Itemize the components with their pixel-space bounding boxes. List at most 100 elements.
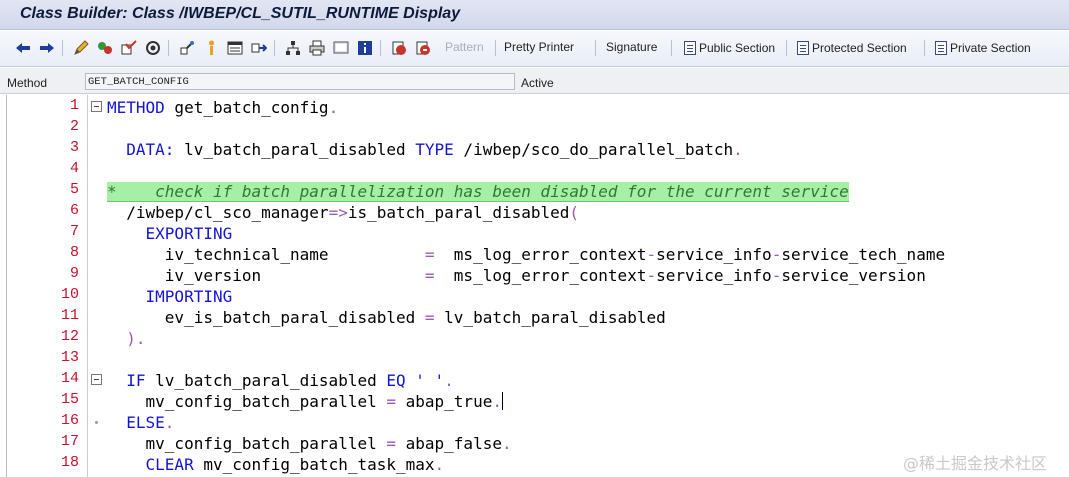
code-keyword: IF: [107, 371, 146, 390]
code-token: lv_batch_paral_disabled: [174, 140, 416, 159]
code-operator: =: [424, 308, 435, 327]
breakpoint-icon[interactable]: [390, 39, 408, 57]
private-section-button[interactable]: Private Section: [935, 40, 1031, 56]
activate-icon[interactable]: [144, 39, 162, 57]
code-line[interactable]: mv_config_batch_parallel = abap_false.: [107, 433, 512, 454]
line-number: 5: [69, 181, 79, 198]
object-list-icon[interactable]: [226, 39, 244, 57]
abap-code-editor[interactable]: 1 2 3 4 5 6 7 8 9 10 11 12 13 14 15 16 17 18 METHOD get_b…: [6, 95, 1069, 477]
signature-button[interactable]: Signature: [606, 40, 657, 54]
display-change-icon[interactable]: [96, 39, 114, 57]
code-operator: =: [424, 266, 435, 285]
line-number: 16: [60, 412, 79, 429]
check-icon[interactable]: [120, 39, 138, 57]
line-number: 11: [60, 307, 79, 324]
code-operator: -: [646, 266, 657, 285]
toolbar-separator: [595, 40, 596, 56]
code-token: abap_true: [396, 392, 493, 411]
line-number: 13: [60, 349, 79, 366]
code-token: /iwbep/sco_do_parallel_batch: [453, 140, 734, 159]
pattern-button[interactable]: Pattern: [445, 40, 484, 54]
code-operator: =: [386, 434, 396, 453]
code-line[interactable]: /iwbep/cl_sco_manager=>is_batch_paral_di…: [107, 202, 579, 223]
code-line[interactable]: iv_version = ms_log_error_context-servic…: [107, 265, 926, 286]
code-line[interactable]: CLEAR mv_config_batch_task_max.: [107, 454, 445, 475]
code-line[interactable]: METHOD get_batch_config.: [107, 97, 338, 118]
line-number: 14: [60, 370, 79, 387]
code-line[interactable]: IMPORTING: [107, 286, 233, 307]
public-section-button[interactable]: Public Section: [684, 40, 775, 56]
toolbar-separator: [274, 40, 275, 56]
where-used-icon[interactable]: [202, 39, 220, 57]
code-keyword: EQ: [386, 371, 406, 390]
line-number: 9: [69, 265, 79, 282]
line-number: 1: [69, 97, 79, 114]
line-number: 8: [69, 244, 79, 261]
code-operator: -: [771, 245, 782, 264]
toolbar-separator: [168, 40, 169, 56]
line-number: 10: [60, 286, 79, 303]
code-line[interactable]: ev_is_batch_paral_disabled = lv_batch_pa…: [107, 307, 666, 328]
code-line[interactable]: ).: [107, 328, 146, 349]
info-icon[interactable]: [356, 39, 374, 57]
code-operator: (: [569, 203, 580, 222]
code-operator: =>: [328, 203, 348, 222]
code-keyword: CLEAR: [107, 455, 194, 474]
line-number: 3: [69, 139, 79, 156]
title-bar: Class Builder: Class /IWBEP/CL_SUTIL_RUN…: [0, 0, 1069, 30]
edit-pencil-icon[interactable]: [72, 39, 90, 57]
code-token: ms_log_error_context: [434, 266, 647, 285]
code-line[interactable]: ELSE.: [107, 412, 174, 433]
code-line[interactable]: IF lv_batch_paral_disabled EQ ' '.: [107, 370, 454, 391]
code-operator: .: [328, 98, 339, 117]
print-icon[interactable]: [308, 39, 326, 57]
code-operator: -: [771, 266, 782, 285]
code-token: lv_batch_paral_disabled: [145, 371, 387, 390]
fold-collapse-icon[interactable]: [91, 101, 102, 112]
fold-collapse-icon[interactable]: [91, 374, 102, 385]
code-line[interactable]: DATA: lv_batch_paral_disabled TYPE /iwbe…: [107, 139, 743, 160]
pretty-printer-button[interactable]: Pretty Printer: [504, 40, 574, 54]
code-token: get_batch_config: [164, 98, 329, 117]
document-icon: [935, 41, 947, 55]
test-icon[interactable]: [178, 39, 196, 57]
code-operator: =: [424, 245, 435, 264]
screen-icon[interactable]: [332, 39, 350, 57]
code-token: service_info: [656, 266, 772, 285]
code-token: ms_log_error_context: [434, 245, 647, 264]
code-line[interactable]: iv_technical_name = ms_log_error_context…: [107, 244, 945, 265]
gutter-divider: [87, 95, 88, 477]
back-arrow-icon[interactable]: [14, 39, 32, 57]
private-section-label: Private Section: [950, 41, 1031, 55]
code-token: mv_config_batch_task_max: [193, 455, 435, 474]
code-token: abap_false: [396, 434, 502, 453]
line-number: 17: [60, 433, 79, 450]
code-token: iv_version: [107, 266, 425, 285]
code-operator: .: [733, 140, 743, 159]
code-line[interactable]: EXPORTING: [107, 223, 233, 244]
method-name-field[interactable]: GET_BATCH_CONFIG: [85, 73, 515, 90]
line-number: 7: [69, 223, 79, 240]
code-token: service_version: [781, 266, 926, 285]
code-literal: ' ': [415, 371, 445, 390]
line-number: 2: [69, 118, 79, 135]
navigation-icon[interactable]: [250, 39, 268, 57]
toolbar-separator: [495, 40, 496, 56]
line-number: 6: [69, 202, 79, 219]
code-token: iv_technical_name: [107, 245, 425, 264]
code-token: /iwbep/cl_sco_manager: [107, 203, 329, 222]
code-operator: ): [107, 329, 136, 348]
protected-section-button[interactable]: Protected Section: [797, 40, 907, 56]
code-line[interactable]: mv_config_batch_parallel = abap_true.: [107, 391, 503, 412]
document-icon: [797, 41, 809, 55]
text-cursor: [501, 392, 503, 410]
session-breakpoint-icon[interactable]: [414, 39, 432, 57]
code-operator: .: [135, 329, 146, 348]
document-icon: [684, 41, 696, 55]
method-label: Method: [7, 76, 48, 90]
hierarchy-icon[interactable]: [284, 39, 302, 57]
code-line[interactable]: * check if batch parallelization has bee…: [107, 181, 849, 202]
forward-arrow-icon[interactable]: [38, 39, 56, 57]
code-token: mv_config_batch_parallel: [107, 392, 387, 411]
code-operator: .: [501, 434, 512, 453]
